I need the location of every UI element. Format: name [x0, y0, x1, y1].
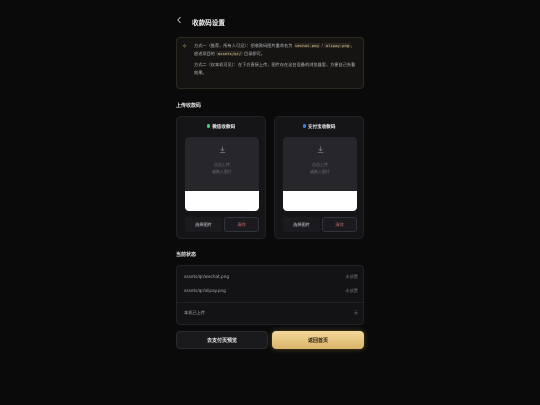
card-title-label: 微信收款码	[212, 125, 236, 130]
method-one-text: 方式一（推荐，所有人可见）：把收款码图片重命名为 wechat.png / al…	[182, 42, 358, 57]
local-upload-row: 本机已上传 无	[184, 310, 358, 316]
drag-hint: 或拖入图片	[212, 168, 232, 174]
status-dot	[206, 124, 211, 128]
status-path: assets/qr/wechat.png	[184, 274, 229, 279]
alipay-qr-card: 支付宝收款码 点击上传 或拖入图片 选择图片 清除	[274, 116, 364, 239]
status-row: assets/qr/wechat.png 未放置	[184, 274, 358, 280]
pay-preview-button[interactable]: 去支付页预览	[176, 331, 268, 349]
page-title: 收款码设置	[192, 19, 225, 27]
method-two-text: 方式二（仅本机可见）：在下方直接上传，图片存在这台设备的浏览器里，方便自己先看效…	[194, 62, 356, 75]
upload-section-title: 上传收款码	[176, 103, 202, 109]
card-title: 微信收款码	[177, 124, 265, 130]
qr-preview	[185, 191, 259, 211]
chevron-left-icon	[177, 16, 181, 24]
status-row: assets/qr/alipay.png 未放置	[184, 288, 358, 294]
method-one-part: 方式一（推荐，所有人可见）：把收款码图片重命名为	[194, 43, 294, 48]
card-title-label: 支付宝收款码	[307, 125, 336, 130]
upload-hint: 点击上传	[312, 162, 328, 167]
alipay-filename: alipay.png	[324, 43, 351, 48]
drag-hint: 或拖入图片	[310, 168, 330, 174]
upload-hint: 点击上传	[214, 162, 230, 167]
choose-image-button[interactable]: 选择图片	[185, 217, 222, 232]
back-button[interactable]	[176, 14, 188, 30]
wechat-filename: wechat.png	[293, 43, 321, 48]
upload-dropzone[interactable]: 点击上传 或拖入图片	[185, 137, 259, 191]
local-upload-value: 无	[353, 310, 358, 315]
home-button[interactable]: 返回首页	[272, 331, 364, 349]
upload-icon	[185, 145, 259, 156]
clear-button[interactable]: 清除	[322, 217, 357, 232]
sparkle-icon: ✧	[182, 43, 188, 50]
local-upload-label: 本机已上传	[184, 310, 205, 315]
settings-page: 收款码设置 ✧ 方式一（推荐，所有人可见）：把收款码图片重命名为 wechat.…	[176, 0, 364, 405]
choose-image-button[interactable]: 选择图片	[283, 217, 320, 232]
instructions-notice: ✧ 方式一（推荐，所有人可见）：把收款码图片重命名为 wechat.png / …	[176, 37, 364, 89]
status-path: assets/qr/alipay.png	[184, 288, 226, 293]
status-value: 未放置	[345, 274, 358, 279]
status-value: 未放置	[345, 288, 358, 293]
method-one-part: 目录即可。	[242, 50, 265, 56]
qr-directory: assets/qr/	[216, 50, 243, 56]
card-title: 支付宝收款码	[275, 124, 363, 130]
qr-preview	[283, 191, 357, 211]
upload-dropzone[interactable]: 点击上传 或拖入图片	[283, 137, 357, 191]
page-header: 收款码设置	[176, 14, 364, 30]
status-dot	[302, 124, 306, 128]
divider	[177, 302, 363, 303]
upload-icon	[283, 145, 357, 156]
status-panel: assets/qr/wechat.png 未放置 assets/qr/alipa…	[176, 265, 364, 325]
clear-button[interactable]: 清除	[224, 217, 259, 232]
wechat-qr-card: 微信收款码 点击上传 或拖入图片 选择图片 清除	[176, 116, 266, 239]
status-section-title: 当前状态	[176, 252, 197, 258]
